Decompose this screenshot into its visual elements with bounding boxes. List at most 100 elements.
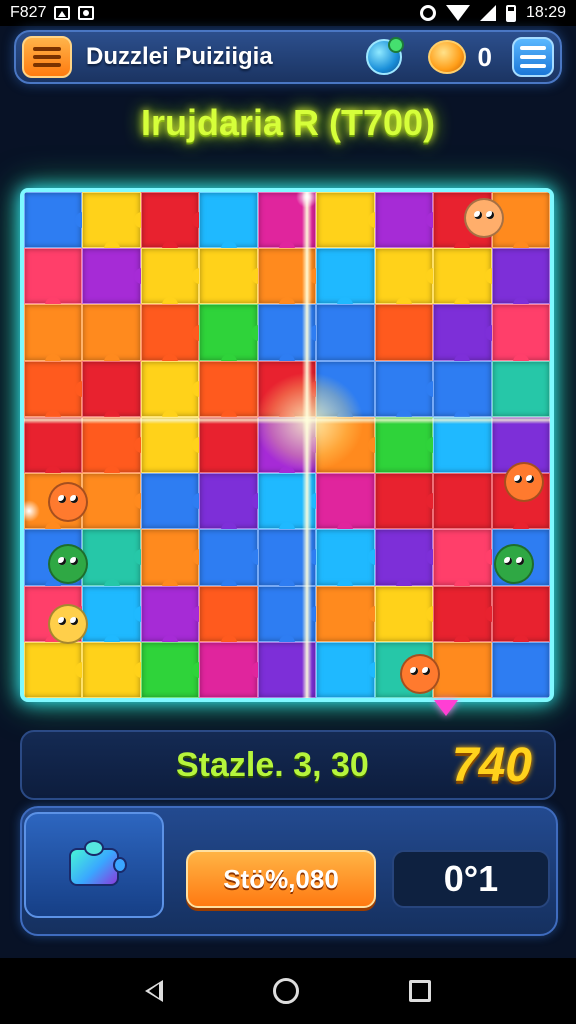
puzzle-piece[interactable] [82, 360, 141, 417]
creature-icon [464, 198, 504, 238]
puzzle-piece[interactable] [199, 529, 258, 586]
puzzle-piece[interactable] [491, 304, 550, 361]
creature-icon [504, 462, 544, 502]
creature-icon [48, 604, 88, 644]
puzzle-piece[interactable] [491, 641, 550, 698]
light-beam-horizontal [24, 416, 550, 424]
puzzle-piece[interactable] [140, 529, 200, 586]
puzzle-piece[interactable] [140, 473, 200, 530]
puzzle-piece[interactable] [491, 360, 550, 417]
puzzle-piece[interactable] [374, 416, 434, 474]
puzzle-piece-icon [65, 840, 127, 890]
creature-icon [48, 482, 88, 522]
puzzle-piece[interactable] [374, 585, 434, 642]
navigation-bar [0, 958, 576, 1024]
puzzle-piece[interactable] [82, 585, 141, 642]
puzzle-piece[interactable] [140, 360, 200, 417]
puzzle-piece[interactable] [316, 248, 375, 305]
puzzle-piece[interactable] [24, 248, 83, 305]
wifi-icon [445, 5, 470, 21]
status-left: F827 [10, 4, 95, 22]
puzzle-piece[interactable] [433, 304, 492, 361]
puzzle-piece[interactable] [433, 416, 492, 474]
puzzle-piece[interactable] [199, 641, 258, 698]
puzzle-piece[interactable] [374, 304, 434, 361]
puzzle-piece[interactable] [82, 192, 141, 249]
globe-chat-icon[interactable] [365, 37, 404, 75]
puzzle-piece[interactable] [82, 248, 141, 305]
puzzle-piece[interactable] [140, 192, 200, 249]
puzzle-piece[interactable] [199, 416, 258, 474]
sparkle-icon [24, 500, 40, 522]
puzzle-piece[interactable] [140, 585, 200, 642]
left-menu-icon-line [33, 55, 61, 59]
puzzle-piece[interactable] [199, 192, 258, 249]
status-text: F827 [10, 4, 47, 21]
puzzle-piece[interactable] [316, 192, 375, 249]
puzzle-piece[interactable] [82, 416, 141, 474]
buy-button[interactable]: Stö%,080 [186, 850, 376, 908]
menu-button[interactable] [512, 37, 554, 77]
creature-icon [494, 544, 534, 584]
puzzle-piece[interactable] [316, 473, 375, 530]
puzzle-piece-knob [113, 857, 127, 873]
puzzle-piece[interactable] [374, 360, 434, 417]
puzzle-piece[interactable] [316, 304, 375, 361]
coin-icon[interactable] [427, 40, 466, 74]
level-title: Irujdaria R (T700) [140, 102, 436, 143]
menu-icon-line [520, 64, 546, 68]
puzzle-piece[interactable] [82, 641, 141, 698]
left-menu-icon-line [33, 63, 61, 67]
light-beam-vertical [302, 192, 312, 698]
creature-icon [400, 654, 440, 694]
left-menu-icon [33, 47, 61, 51]
puzzle-piece[interactable] [24, 641, 83, 698]
puzzle-piece[interactable] [433, 248, 492, 305]
puzzle-piece[interactable] [374, 192, 434, 249]
puzzle-piece-knob [84, 840, 104, 856]
puzzle-piece[interactable] [433, 585, 492, 642]
puzzle-piece[interactable] [24, 416, 83, 474]
puzzle-piece[interactable] [316, 585, 375, 642]
puzzle-piece[interactable] [374, 529, 434, 586]
menu-icon-line [520, 55, 546, 59]
puzzle-piece[interactable] [491, 248, 550, 305]
puzzle-piece[interactable] [374, 473, 434, 530]
puzzle-piece[interactable] [199, 585, 258, 642]
puzzle-piece[interactable] [140, 641, 200, 698]
puzzle-piece[interactable] [24, 304, 83, 361]
puzzle-piece[interactable] [82, 529, 141, 586]
picture-icon [54, 6, 71, 20]
puzzle-piece[interactable] [199, 248, 258, 305]
puzzle-piece[interactable] [140, 248, 200, 305]
score-value: 740 [451, 738, 532, 792]
status-time: 18:29 [525, 4, 566, 21]
status-bar: F827 18:29 [0, 0, 576, 26]
puzzle-piece[interactable] [374, 248, 434, 305]
shop-icon [78, 6, 95, 20]
puzzle-piece[interactable] [82, 304, 141, 361]
score-panel: Stazle. 3, 30 740 [20, 730, 556, 800]
puzzle-board[interactable] [20, 188, 554, 702]
left-menu-button[interactable] [22, 36, 72, 78]
home-icon[interactable] [273, 978, 299, 1004]
puzzle-piece[interactable] [140, 304, 200, 361]
puzzle-piece[interactable] [140, 416, 200, 474]
recent-apps-icon[interactable] [409, 980, 431, 1002]
hint-piece-button[interactable] [24, 812, 164, 918]
back-icon[interactable] [145, 980, 163, 1002]
puzzle-piece[interactable] [433, 641, 492, 698]
puzzle-piece[interactable] [82, 473, 141, 530]
puzzle-piece[interactable] [316, 529, 375, 586]
puzzle-piece[interactable] [433, 529, 492, 586]
puzzle-piece[interactable] [433, 360, 492, 417]
puzzle-piece[interactable] [199, 304, 258, 361]
puzzle-piece[interactable] [24, 360, 83, 417]
puzzle-piece[interactable] [491, 585, 550, 642]
puzzle-piece[interactable] [316, 641, 375, 698]
sync-icon [419, 5, 436, 21]
puzzle-piece[interactable] [433, 473, 492, 530]
puzzle-piece[interactable] [199, 360, 258, 417]
puzzle-piece[interactable] [199, 473, 258, 530]
puzzle-piece[interactable] [24, 192, 83, 249]
